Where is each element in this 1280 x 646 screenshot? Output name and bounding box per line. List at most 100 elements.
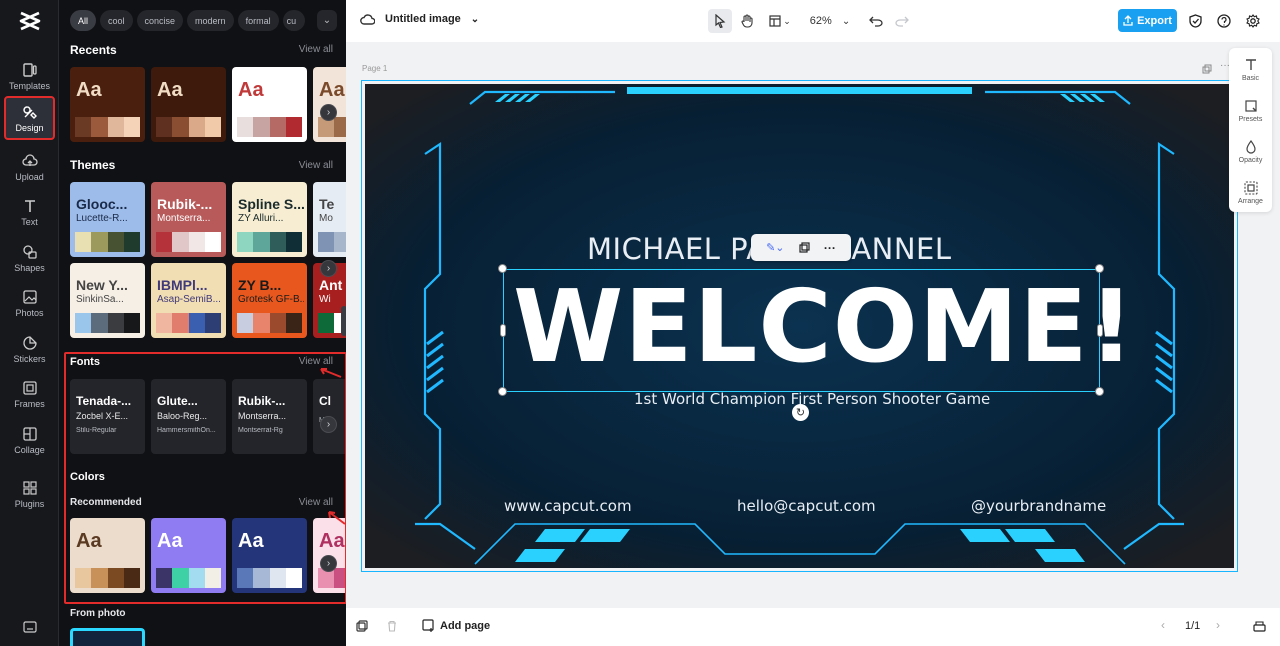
rail-item-frames[interactable]: Frames	[4, 372, 55, 416]
zoom-control[interactable]: 62% ⌄	[806, 9, 854, 33]
color-swatch	[172, 232, 189, 252]
chip-formal[interactable]: formal	[237, 10, 279, 31]
handle-text[interactable]: @yourbrandname	[971, 497, 1106, 515]
theme-card[interactable]: New Y... SinkinSa...	[70, 263, 145, 338]
tagline-text[interactable]: 1st World Champion First Person Shooter …	[634, 390, 990, 408]
palette-card[interactable]: Aa	[70, 67, 145, 142]
theme-card-subtitle: Grotesk GF-B...	[238, 294, 304, 305]
export-button[interactable]: Export	[1118, 9, 1177, 32]
theme-card[interactable]: Spline S... ZY Alluri...	[232, 182, 307, 257]
layout-tool-button[interactable]: ⌄	[766, 9, 794, 33]
resize-handle[interactable]	[498, 264, 507, 273]
color-swatch	[253, 313, 270, 333]
theme-card[interactable]: Glooc... Lucette-R...	[70, 182, 145, 257]
rail-item-plugins[interactable]: Plugins	[4, 472, 55, 516]
cursor-icon	[715, 14, 726, 28]
top-bar: Untitled image ⌄ ⌄ 62% ⌄ Export	[346, 0, 1280, 42]
palette-card-sample: Aa	[76, 79, 102, 101]
theme-card[interactable]: Te Mo	[313, 182, 346, 257]
rail-item-photos[interactable]: Photos	[4, 281, 55, 325]
email-text[interactable]: hello@capcut.com	[737, 497, 876, 515]
shield-button[interactable]	[1186, 9, 1204, 33]
chevron-right-icon: ›	[326, 107, 331, 118]
palette-card[interactable]: Aa	[151, 67, 226, 142]
website-text[interactable]: www.capcut.com	[504, 497, 632, 515]
basic-tool[interactable]: Basic	[1229, 58, 1272, 82]
hand-tool-button[interactable]	[736, 9, 758, 33]
theme-card-subtitle: Asap-SemiB...	[157, 294, 221, 305]
palette-card[interactable]: Aa	[232, 67, 307, 142]
scroll-right-button[interactable]: ›	[320, 555, 337, 572]
duplicate-icon[interactable]	[799, 242, 810, 253]
chips-more-button[interactable]: ⌄	[317, 10, 337, 31]
theme-card[interactable]: ZY B... Grotesk GF-B...	[232, 263, 307, 338]
rotate-handle-icon[interactable]: ↻	[792, 404, 809, 421]
cloud-icon	[360, 14, 375, 25]
recents-view-all[interactable]: View all	[299, 44, 333, 55]
chip-concise[interactable]: concise	[136, 10, 184, 31]
copy-page-icon[interactable]	[356, 620, 368, 632]
scroll-right-button[interactable]: ›	[320, 416, 337, 433]
rail-item-collage[interactable]: Collage	[4, 418, 55, 462]
from-photo-card[interactable]	[70, 628, 145, 646]
doc-title[interactable]: Untitled image	[385, 13, 461, 25]
scroll-right-button[interactable]: ›	[320, 104, 337, 121]
rail-item-design[interactable]: Design	[4, 96, 55, 140]
undo-button[interactable]	[866, 9, 886, 33]
chip-cu[interactable]: cu	[282, 10, 305, 31]
opacity-icon	[1245, 140, 1256, 154]
next-page-icon[interactable]: ›	[1216, 618, 1220, 632]
text-basic-icon	[1245, 59, 1256, 70]
swatch-strip	[156, 117, 221, 137]
trash-icon[interactable]	[386, 620, 398, 632]
resize-handle-side[interactable]	[500, 324, 506, 337]
capcut-logo-icon[interactable]	[18, 10, 42, 32]
swatch-strip	[75, 313, 140, 333]
more-options-icon[interactable]: ···	[824, 241, 836, 255]
magic-edit-icon[interactable]: ✎⌄	[766, 241, 784, 254]
rail-item-stickers[interactable]: Stickers	[4, 327, 55, 371]
resize-handle[interactable]	[1095, 387, 1104, 396]
color-swatch	[188, 313, 205, 333]
resize-handle[interactable]	[1095, 264, 1104, 273]
theme-card[interactable]: IBMPl... Asap-SemiB...	[151, 263, 226, 338]
settings-button[interactable]	[1244, 9, 1262, 33]
resize-handle[interactable]	[498, 387, 507, 396]
prev-page-icon[interactable]: ‹	[1161, 618, 1165, 632]
presets-icon	[1244, 100, 1257, 112]
chip-modern[interactable]: modern	[187, 10, 234, 31]
presets-tool[interactable]: Presets	[1229, 99, 1272, 123]
selection-box[interactable]	[503, 269, 1100, 392]
rail-item-upload[interactable]: Upload	[4, 145, 55, 189]
help-button[interactable]	[1215, 9, 1233, 33]
rail-item-text[interactable]: Text	[4, 190, 55, 234]
chevron-right-icon: ›	[326, 263, 331, 274]
bottom-bar: Add page ‹ 1/1 ›	[346, 608, 1280, 646]
duplicate-page-icon[interactable]	[1202, 64, 1212, 74]
resize-handle-side[interactable]	[1097, 324, 1103, 337]
theme-card-subtitle: Montserra...	[157, 213, 211, 224]
color-swatch	[334, 117, 346, 137]
chip-all[interactable]: All	[70, 10, 97, 31]
arrange-tool[interactable]: Arrange	[1229, 181, 1272, 205]
palette-card-sample: Aa	[238, 79, 264, 101]
filter-chips: All cool concise modern formal cu	[70, 10, 305, 31]
design-canvas[interactable]: MICHAEL PA N CHANNEL WELCOME! 1st World …	[365, 84, 1234, 568]
chip-cool[interactable]: cool	[100, 10, 133, 31]
add-page-button[interactable]: Add page	[422, 619, 490, 632]
rail-item-keyboard[interactable]	[4, 606, 55, 646]
themes-view-all[interactable]: View all	[299, 160, 333, 171]
theme-card-subtitle: Mo	[319, 213, 333, 224]
rail-item-shapes[interactable]: Shapes	[4, 236, 55, 280]
pages-panel-icon[interactable]	[1253, 620, 1266, 632]
color-swatch	[318, 313, 335, 333]
theme-card[interactable]: Rubik-... Montserra...	[151, 182, 226, 257]
scroll-right-button[interactable]: ›	[320, 260, 337, 277]
rail-item-templates[interactable]: Templates	[4, 54, 55, 98]
add-page-label: Add page	[440, 619, 491, 632]
redo-button[interactable]	[892, 9, 912, 33]
doc-title-group[interactable]: Untitled image ⌄	[360, 12, 479, 26]
select-tool-button[interactable]	[708, 9, 732, 33]
color-swatch	[285, 117, 302, 137]
opacity-tool[interactable]: Opacity	[1229, 140, 1272, 164]
